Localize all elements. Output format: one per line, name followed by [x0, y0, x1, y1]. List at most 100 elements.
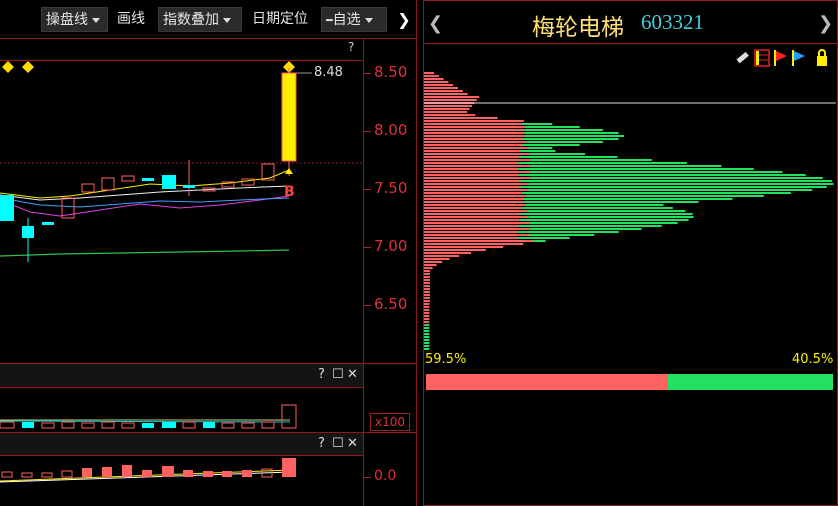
chip-bar-loss: [529, 165, 722, 167]
chip-bar-loss: [529, 234, 595, 236]
chip-bar-profit: [424, 153, 529, 155]
chip-bar-profit: [424, 108, 470, 110]
chip-bar-profit: [424, 222, 530, 224]
chip-bar-loss: [524, 135, 624, 137]
next-stock-button[interactable]: ❯: [818, 13, 833, 34]
chip-bar-profit: [424, 228, 530, 230]
volume-help-button[interactable]: ?: [318, 367, 325, 382]
chip-bar-profit: [424, 207, 522, 209]
prev-stock-button[interactable]: ❮: [428, 13, 443, 34]
price-tick: [364, 247, 371, 248]
volume-panel-header: [0, 364, 363, 388]
chip-bar-profit: [424, 84, 454, 86]
chip-bar-profit: [424, 174, 519, 176]
chip-bar-loss: [519, 180, 833, 182]
chip-bar-profit: [424, 75, 439, 77]
indicator-help-button[interactable]: ?: [318, 436, 325, 451]
diamond-marker-icon: [22, 61, 34, 73]
chip-bar-profit: [424, 225, 519, 227]
collapse-panel-button[interactable]: ❯: [392, 7, 416, 32]
chip-bar-loss: [518, 162, 687, 164]
draw-line-label: 画线: [117, 11, 145, 27]
chip-bar-profit: [424, 147, 528, 149]
index-overlay-label: 指数叠加: [163, 12, 219, 28]
chip-bar-loss: [528, 153, 586, 155]
chip-bar-profit: [424, 210, 527, 212]
volume-maximize-button[interactable]: ☐: [332, 367, 344, 382]
chip-bar-loss: [424, 348, 430, 350]
chip-bar-profit: [424, 321, 429, 323]
chip-distribution-chart: [424, 72, 836, 350]
profit-ratio-fill: [426, 374, 669, 390]
chip-bar-loss: [523, 201, 699, 203]
multiplier-text: x100: [374, 415, 405, 429]
operate-line-dropdown[interactable]: 操盘线: [41, 7, 108, 32]
chip-bar-loss: [519, 219, 689, 221]
profit-ratio-bar: [426, 374, 833, 390]
chip-bar-profit: [424, 273, 430, 275]
chip-bar-profit: [424, 294, 430, 296]
chip-bar-profit: [424, 249, 486, 251]
chip-bar-loss: [522, 138, 619, 140]
chip-bar-loss: [519, 150, 556, 152]
chip-bar-profit: [424, 141, 527, 143]
index-overlay-dropdown[interactable]: 指数叠加: [158, 7, 242, 32]
chip-bar-profit: [424, 231, 519, 233]
maximize-icon: ☐: [332, 436, 344, 451]
chip-bar-loss: [424, 336, 430, 338]
chip-bar-loss: [424, 324, 430, 326]
price-tick: [364, 305, 371, 306]
chevron-left-icon: ❮: [428, 13, 444, 34]
chip-bar-profit: [424, 186, 521, 188]
chip-bar-profit: [424, 180, 520, 182]
candlestick-chart[interactable]: [0, 39, 363, 361]
chevron-down-icon: [364, 17, 373, 23]
chip-bar-loss: [526, 189, 813, 191]
watchlist-dropdown[interactable]: ━自选: [321, 7, 387, 32]
chip-bar-loss: [526, 210, 686, 212]
chip-bar-profit: [424, 288, 430, 290]
price-axis-border: [363, 39, 364, 506]
chip-bar-loss: [521, 123, 553, 125]
indicator-close-button[interactable]: ✕: [347, 436, 358, 451]
collapse-icon: ❯: [397, 10, 411, 29]
date-locate-button[interactable]: 日期定位: [252, 7, 308, 32]
chip-bar-profit: [424, 291, 430, 293]
eraser-icon: [736, 51, 749, 64]
chip-bar-profit: [424, 111, 468, 113]
chip-bar-profit: [424, 309, 430, 311]
chip-bar-loss: [424, 345, 430, 347]
chip-bar-profit: [424, 279, 430, 281]
chip-bar-profit: [424, 195, 526, 197]
chip-bar-loss: [529, 177, 823, 179]
chip-bar-profit: [424, 183, 529, 185]
price-label: 6.50: [374, 295, 408, 313]
chip-bar-profit: [424, 201, 524, 203]
draw-line-button[interactable]: 画线: [117, 7, 145, 32]
chip-bar-profit: [424, 144, 522, 146]
chip-bar-loss: [525, 204, 664, 206]
price-label: 7.50: [374, 179, 408, 197]
left-panel-right-border: [416, 0, 417, 506]
indicator-axis-label: 0.0: [374, 468, 397, 484]
chip-bar-profit: [424, 72, 434, 74]
chip-bar-loss: [424, 342, 430, 344]
volume-close-button[interactable]: ✕: [347, 367, 358, 382]
chip-bar-profit: [424, 99, 477, 101]
maximize-icon: ☐: [332, 367, 344, 382]
chip-bar-loss: [518, 231, 619, 233]
chip-bar-profit: [424, 297, 430, 299]
chip-bar-loss: [527, 147, 553, 149]
price-tick: [364, 189, 371, 190]
chip-bar-profit: [424, 162, 519, 164]
watchlist-prefix: ━: [326, 14, 333, 27]
chip-bar-loss: [424, 339, 430, 341]
indicator-maximize-button[interactable]: ☐: [332, 436, 344, 451]
close-icon: ✕: [347, 367, 358, 382]
red-flag-icon: [774, 50, 787, 66]
help-icon: ?: [318, 367, 325, 382]
blue-flag-icon: [792, 50, 805, 66]
chip-bar-loss: [534, 240, 546, 242]
chip-bar-profit: [424, 126, 526, 128]
loss-percent: 40.5%: [792, 352, 834, 367]
